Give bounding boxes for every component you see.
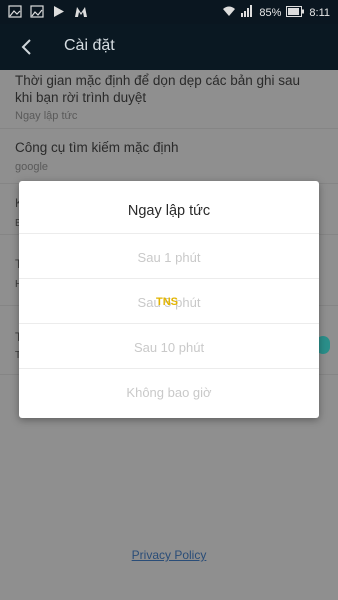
malwarebytes-icon: [74, 5, 88, 18]
status-bar: 85% 8:11: [0, 0, 338, 24]
setting-search-engine[interactable]: Công cụ tìm kiếm mặc định google: [0, 129, 338, 184]
dialog-title[interactable]: Ngay lập tức: [19, 181, 319, 233]
clock: 8:11: [309, 6, 330, 19]
clear-history-dialog: Ngay lập tức Sau 1 phút Sau 5 phút Sau 1…: [19, 181, 319, 418]
app-bar: Cài đặt: [0, 24, 338, 70]
setting-value: Ngay lập tức: [15, 110, 78, 122]
battery-icon: [286, 5, 305, 20]
battery-percent: 85%: [259, 6, 282, 19]
signal-icon: [241, 5, 254, 20]
play-store-icon: [52, 5, 66, 18]
tns-watermark-logo: TNS: [156, 294, 182, 308]
setting-title: Công cụ tìm kiếm mặc định: [15, 140, 179, 155]
setting-value: google: [15, 161, 49, 173]
option-1-minute[interactable]: Sau 1 phút: [19, 233, 319, 279]
image-notification-icon: [30, 5, 44, 18]
privacy-policy-link[interactable]: Privacy Policy: [0, 548, 338, 562]
option-10-minutes[interactable]: Sau 10 phút: [19, 323, 319, 369]
svg-text:TNS: TNS: [156, 296, 178, 308]
wifi-icon: [222, 5, 236, 20]
page-title: Cài đặt: [64, 37, 115, 54]
setting-clear-history[interactable]: Thời gian mặc định để dọn dẹp các bản gh…: [0, 70, 338, 129]
gallery-notification-icon: [8, 5, 22, 18]
option-never[interactable]: Không bao giờ: [19, 368, 319, 414]
back-arrow-icon[interactable]: [16, 36, 38, 58]
setting-title: Thời gian mặc định để dọn dẹp các bản gh…: [15, 73, 301, 105]
